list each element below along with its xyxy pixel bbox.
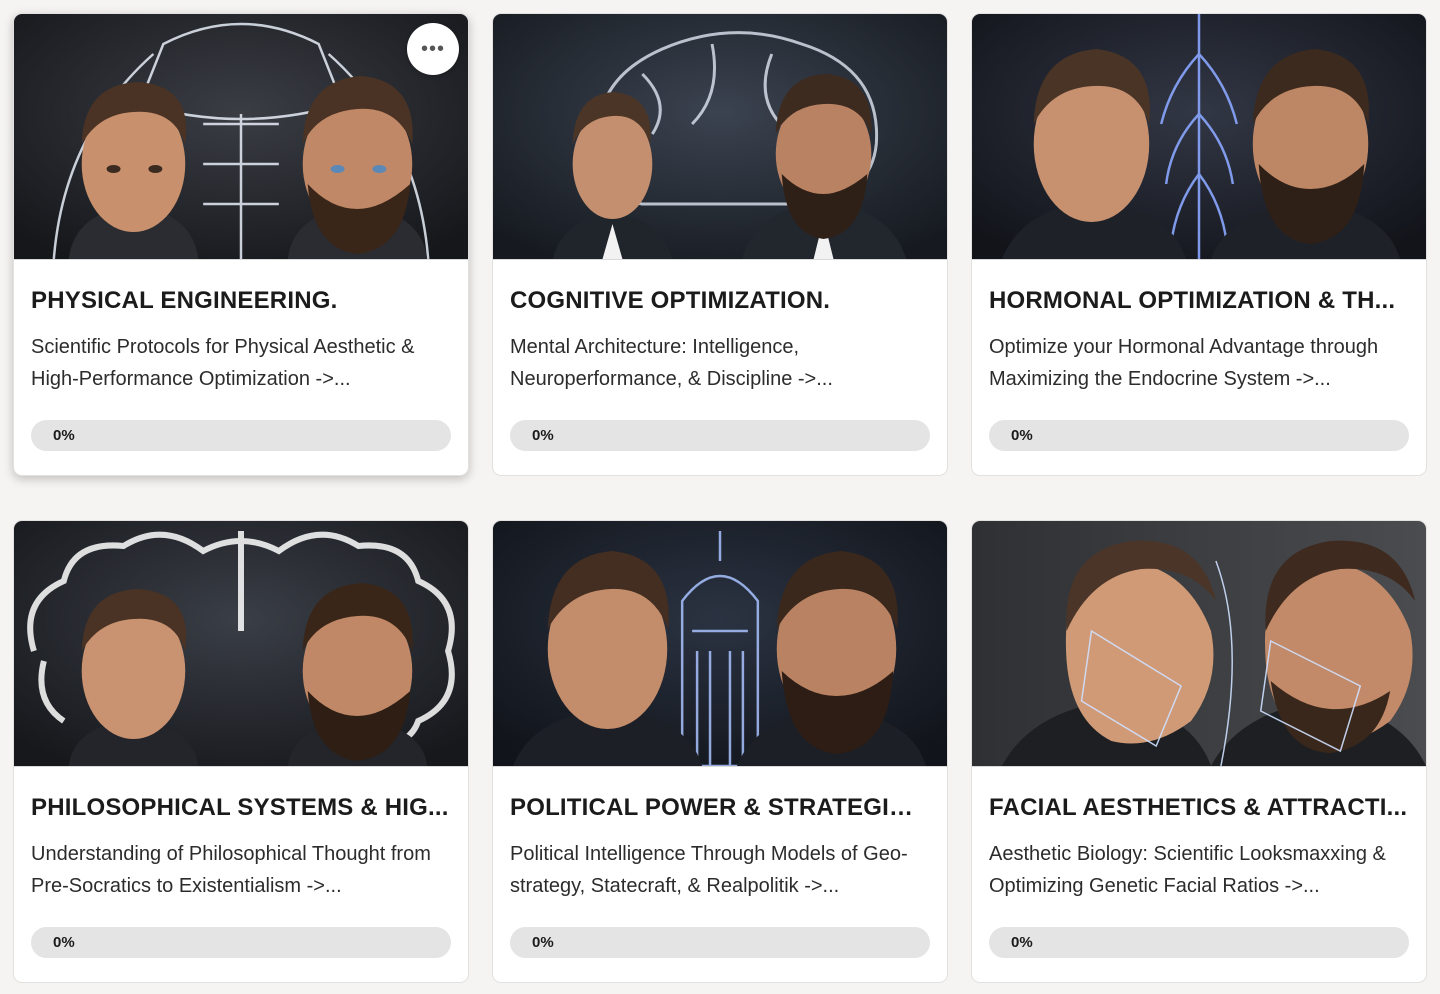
course-title: POLITICAL POWER & STRATEGIC ... [510, 794, 930, 821]
progress-bar: 0% [31, 927, 451, 958]
progress-label: 0% [53, 934, 75, 951]
course-thumbnail: ••• [14, 14, 468, 260]
progress-bar: 0% [510, 927, 930, 958]
course-thumbnail [972, 521, 1426, 767]
course-card-cognitive-optimization[interactable]: COGNITIVE OPTIMIZATION. Mental Architect… [492, 13, 948, 476]
course-title: HORMONAL OPTIMIZATION & TH... [989, 287, 1396, 314]
course-thumbnail [972, 14, 1426, 260]
course-title: PHILOSOPHICAL SYSTEMS & HIG... [31, 794, 449, 821]
more-horizontal-icon: ••• [420, 37, 445, 60]
progress-label: 0% [532, 427, 554, 444]
course-card-physical-engineering[interactable]: ••• PHYSICAL ENGINEERING. Scientific Pro… [13, 13, 469, 476]
course-thumbnail [493, 14, 947, 260]
course-card-philosophical-systems[interactable]: PHILOSOPHICAL SYSTEMS & HIG... Understan… [13, 520, 469, 983]
course-title: PHYSICAL ENGINEERING. [31, 287, 338, 314]
course-description: Optimize your Hormonal Advantage through… [989, 336, 1379, 390]
progress-bar: 0% [510, 420, 930, 451]
course-card-hormonal-optimization[interactable]: HORMONAL OPTIMIZATION & TH... Optimize y… [971, 13, 1427, 476]
course-description: Understanding of Philosophical Thought f… [31, 843, 431, 897]
more-options-button[interactable]: ••• [407, 23, 459, 75]
course-title: COGNITIVE OPTIMIZATION. [510, 287, 831, 314]
progress-label: 0% [1011, 934, 1033, 951]
progress-bar: 0% [989, 420, 1409, 451]
course-thumbnail [14, 521, 468, 767]
course-description: Mental Architecture: Intelligence, Neuro… [510, 336, 833, 390]
course-description: Scientific Protocols for Physical Aesthe… [31, 336, 415, 390]
progress-label: 0% [532, 934, 554, 951]
course-title: FACIAL AESTHETICS & ATTRACTI... [989, 794, 1408, 821]
course-grid: ••• PHYSICAL ENGINEERING. Scientific Pro… [13, 13, 1427, 983]
course-thumbnail [493, 521, 947, 767]
progress-bar: 0% [989, 927, 1409, 958]
course-description: Aesthetic Biology: Scientific Looksmaxxi… [989, 843, 1386, 897]
progress-label: 0% [53, 427, 75, 444]
course-description: Political Intelligence Through Models of… [510, 843, 908, 897]
progress-bar: 0% [31, 420, 451, 451]
course-card-political-power[interactable]: POLITICAL POWER & STRATEGIC ... Politica… [492, 520, 948, 983]
progress-label: 0% [1011, 427, 1033, 444]
course-card-facial-aesthetics[interactable]: FACIAL AESTHETICS & ATTRACTI... Aestheti… [971, 520, 1427, 983]
